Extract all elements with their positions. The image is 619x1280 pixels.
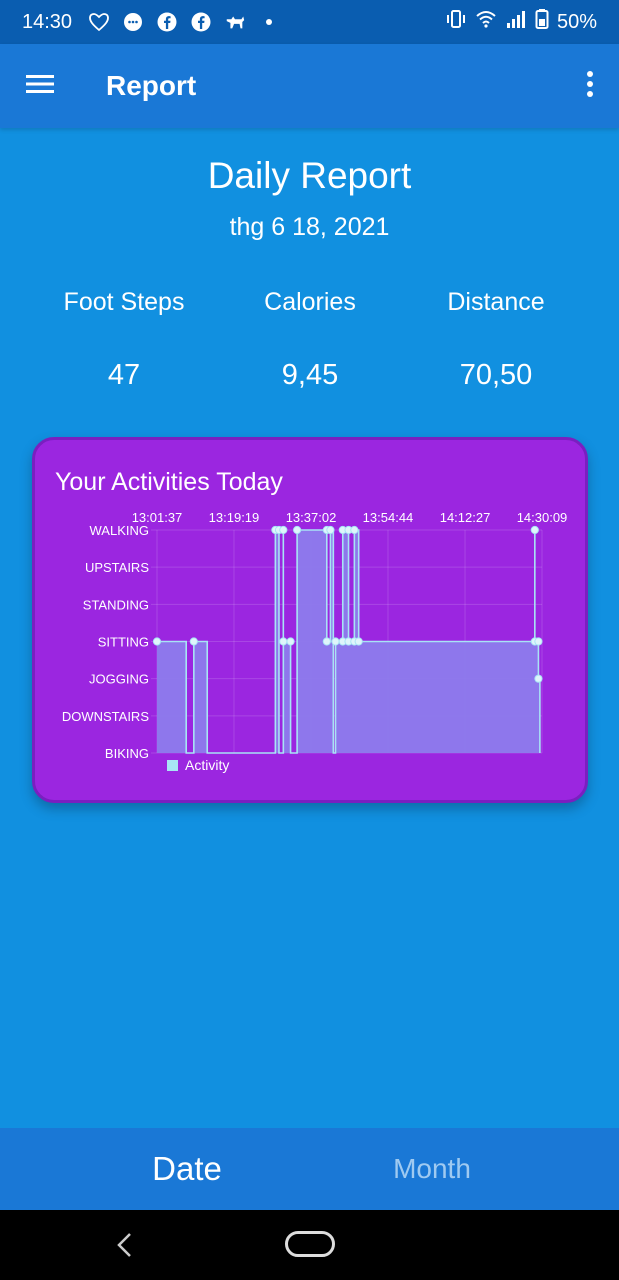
y-tick-label: UPSTAIRS: [85, 560, 149, 575]
stat-value: 47: [107, 359, 141, 391]
data-point: [331, 637, 340, 646]
x-tick-label: 14:30:09: [517, 510, 568, 525]
x-tick-label: 14:12:27: [440, 510, 491, 525]
activity-chart-card: Your Activities Today 13:01:37 13:19:19 13…: [32, 437, 588, 803]
activity-chart[interactable]: 13:01:37 13:19:19 13:37:02 13:54:44 14:12:27…: [35, 440, 585, 800]
y-tick-label: DOWNSTAIRS: [62, 709, 149, 724]
x-tick-label: 13:37:02: [286, 510, 337, 525]
dog-icon: [224, 11, 246, 33]
data-point: [534, 637, 543, 646]
home-icon[interactable]: [285, 1231, 335, 1257]
x-tick-label: 13:19:19: [209, 510, 260, 525]
data-point: [530, 525, 539, 535]
dot-icon: [258, 11, 280, 33]
y-tick-label: STANDING: [83, 597, 149, 612]
x-tick-label: 13:54:44: [363, 510, 414, 525]
y-tick-label: JOGGING: [89, 672, 149, 687]
stat-label: Distance: [447, 288, 545, 316]
hamburger-menu-icon[interactable]: [24, 72, 56, 101]
legend-swatch: [167, 760, 178, 771]
data-point: [326, 525, 335, 535]
battery-icon: [535, 8, 549, 36]
legend-label: Activity: [185, 757, 229, 773]
notification-icons: [88, 11, 280, 33]
heart-outline-icon: [88, 11, 110, 33]
y-tick-label: WALKING: [90, 523, 149, 538]
stat-distance: Distance 70,50: [393, 288, 599, 392]
wifi-icon: [475, 8, 497, 36]
data-point: [534, 674, 543, 683]
back-icon[interactable]: [110, 1230, 140, 1260]
app-bar-title: Report: [106, 70, 197, 101]
stat-label: Foot Steps: [63, 288, 185, 316]
tab-date[interactable]: Date: [87, 1128, 287, 1210]
data-point: [292, 525, 302, 535]
data-point: [152, 637, 162, 646]
data-point: [286, 637, 295, 646]
tab-month[interactable]: Month: [332, 1128, 532, 1210]
stat-calories: Calories 9,45: [207, 288, 413, 392]
signal-icon: [505, 8, 527, 36]
report-date: thg 6 18, 2021: [229, 213, 390, 241]
y-tick-label: SITTING: [98, 635, 149, 650]
report-title: Daily Report: [207, 155, 412, 196]
data-point: [350, 525, 359, 535]
status-bar: 14:30 50%: [0, 0, 619, 44]
stat-label: Calories: [264, 288, 356, 316]
vibrate-icon: [445, 8, 467, 36]
data-point: [279, 637, 288, 646]
app-bar: Report: [0, 44, 619, 128]
stat-value: 9,45: [281, 359, 339, 391]
stat-foot-steps: Foot Steps 47: [21, 288, 227, 392]
messenger-icon: [122, 11, 144, 33]
battery-percent: 50%: [556, 10, 597, 33]
bottom-tabs: Date Month: [0, 1128, 619, 1210]
y-tick-label: BIKING: [105, 746, 149, 761]
data-point: [354, 637, 363, 646]
status-right: 50%: [445, 8, 597, 36]
data-point: [279, 525, 288, 535]
more-vert-icon[interactable]: [585, 69, 595, 104]
data-point: [189, 637, 198, 646]
status-time: 14:30: [22, 10, 73, 33]
facebook-icon: [190, 11, 212, 33]
data-point: [322, 637, 331, 646]
facebook-icon: [156, 11, 178, 33]
stat-value: 70,50: [459, 359, 533, 391]
system-nav-bar: [0, 1210, 619, 1280]
